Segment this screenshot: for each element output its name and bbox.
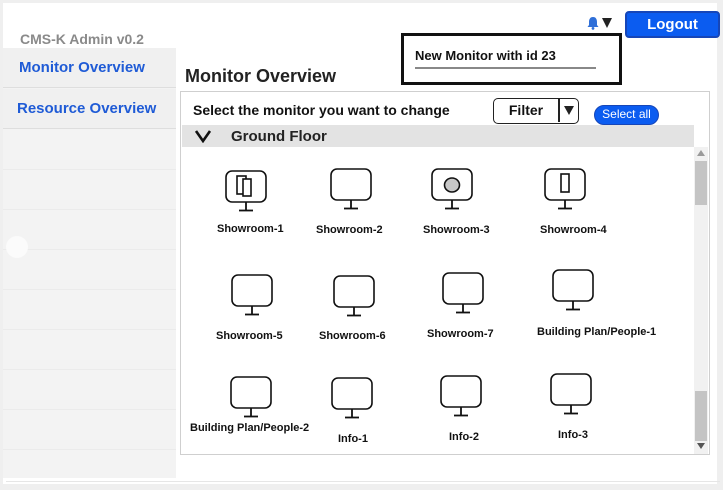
monitor-icon	[230, 376, 272, 418]
sidebar-empty-row	[3, 330, 176, 370]
monitor-icon	[331, 377, 373, 419]
monitor-icon	[440, 375, 482, 417]
chevron-down-icon[interactable]	[194, 129, 212, 143]
filter-divider	[558, 99, 560, 122]
monitor-label: Showroom-2	[316, 224, 383, 236]
monitor-label: Showroom-6	[319, 330, 386, 342]
chevron-down-icon	[564, 106, 574, 115]
monitor-label: Showroom-3	[423, 224, 490, 236]
scrollbar-thumb[interactable]	[695, 391, 707, 441]
monitor-label: Info-1	[338, 433, 368, 445]
notification-progress-bar	[415, 67, 596, 69]
monitor-label: Showroom-5	[216, 330, 283, 342]
monitor-icon	[330, 168, 372, 210]
monitor-icon	[431, 168, 473, 210]
sidebar-item-label: Monitor Overview	[19, 59, 145, 76]
sidebar-toggle-handle[interactable]	[6, 236, 28, 258]
floor-name: Ground Floor	[231, 128, 327, 145]
monitor-icon	[225, 170, 267, 212]
monitor-icon	[442, 272, 484, 314]
bell-icon[interactable]	[586, 16, 600, 30]
sidebar-empty-row	[3, 290, 176, 330]
monitor-label: Showroom-1	[217, 223, 284, 235]
monitor-label: Info-3	[558, 429, 588, 441]
sidebar-item-monitor-overview[interactable]: Monitor Overview	[3, 48, 176, 88]
page-title: Monitor Overview	[185, 66, 337, 86]
monitor-label: Showroom-7	[427, 328, 494, 340]
floor-header[interactable]: Ground Floor	[182, 125, 694, 147]
select-all-button[interactable]: Select all	[594, 105, 659, 125]
scrollbar-thumb[interactable]	[695, 161, 707, 205]
filter-label: Filter	[508, 102, 544, 118]
notification-text: New Monitor with id 23	[415, 48, 556, 63]
sidebar-empty-row	[3, 370, 176, 410]
monitor-label: Building Plan/People-2	[190, 422, 310, 434]
vertical-scrollbar[interactable]	[694, 147, 708, 454]
sidebar-empty-row	[3, 210, 176, 250]
monitor-label: Building Plan/People-1	[537, 326, 657, 338]
monitor-icon	[550, 373, 592, 415]
sidebar-empty-row	[3, 170, 176, 210]
filter-dropdown[interactable]: Filter	[493, 98, 579, 124]
monitor-label: Showroom-4	[540, 224, 607, 236]
monitor-icon	[544, 168, 586, 210]
scroll-up-arrow-icon[interactable]	[697, 150, 705, 156]
notification-dropdown-caret[interactable]	[602, 18, 612, 28]
app-title: CMS-K Admin v0.2	[20, 31, 144, 47]
monitor-icon	[552, 269, 594, 311]
sidebar-empty-row	[3, 410, 176, 450]
monitor-label: Info-2	[449, 431, 479, 443]
sidebar: Monitor Overview Resource Overview	[3, 48, 176, 478]
scroll-down-arrow-icon[interactable]	[697, 443, 705, 449]
bottom-divider	[6, 481, 720, 482]
monitor-icon	[333, 275, 375, 317]
monitor-icon	[231, 274, 273, 316]
sidebar-empty-row	[3, 130, 176, 170]
monitor-panel: Select the monitor you want to change Fi…	[180, 91, 710, 455]
instruction-text: Select the monitor you want to change	[193, 102, 450, 118]
sidebar-empty-row	[3, 250, 176, 290]
logout-button[interactable]: Logout	[625, 11, 720, 38]
notification-popup[interactable]: New Monitor with id 23	[401, 33, 622, 85]
sidebar-item-resource-overview[interactable]: Resource Overview	[3, 89, 176, 129]
sidebar-item-label: Resource Overview	[17, 100, 157, 117]
